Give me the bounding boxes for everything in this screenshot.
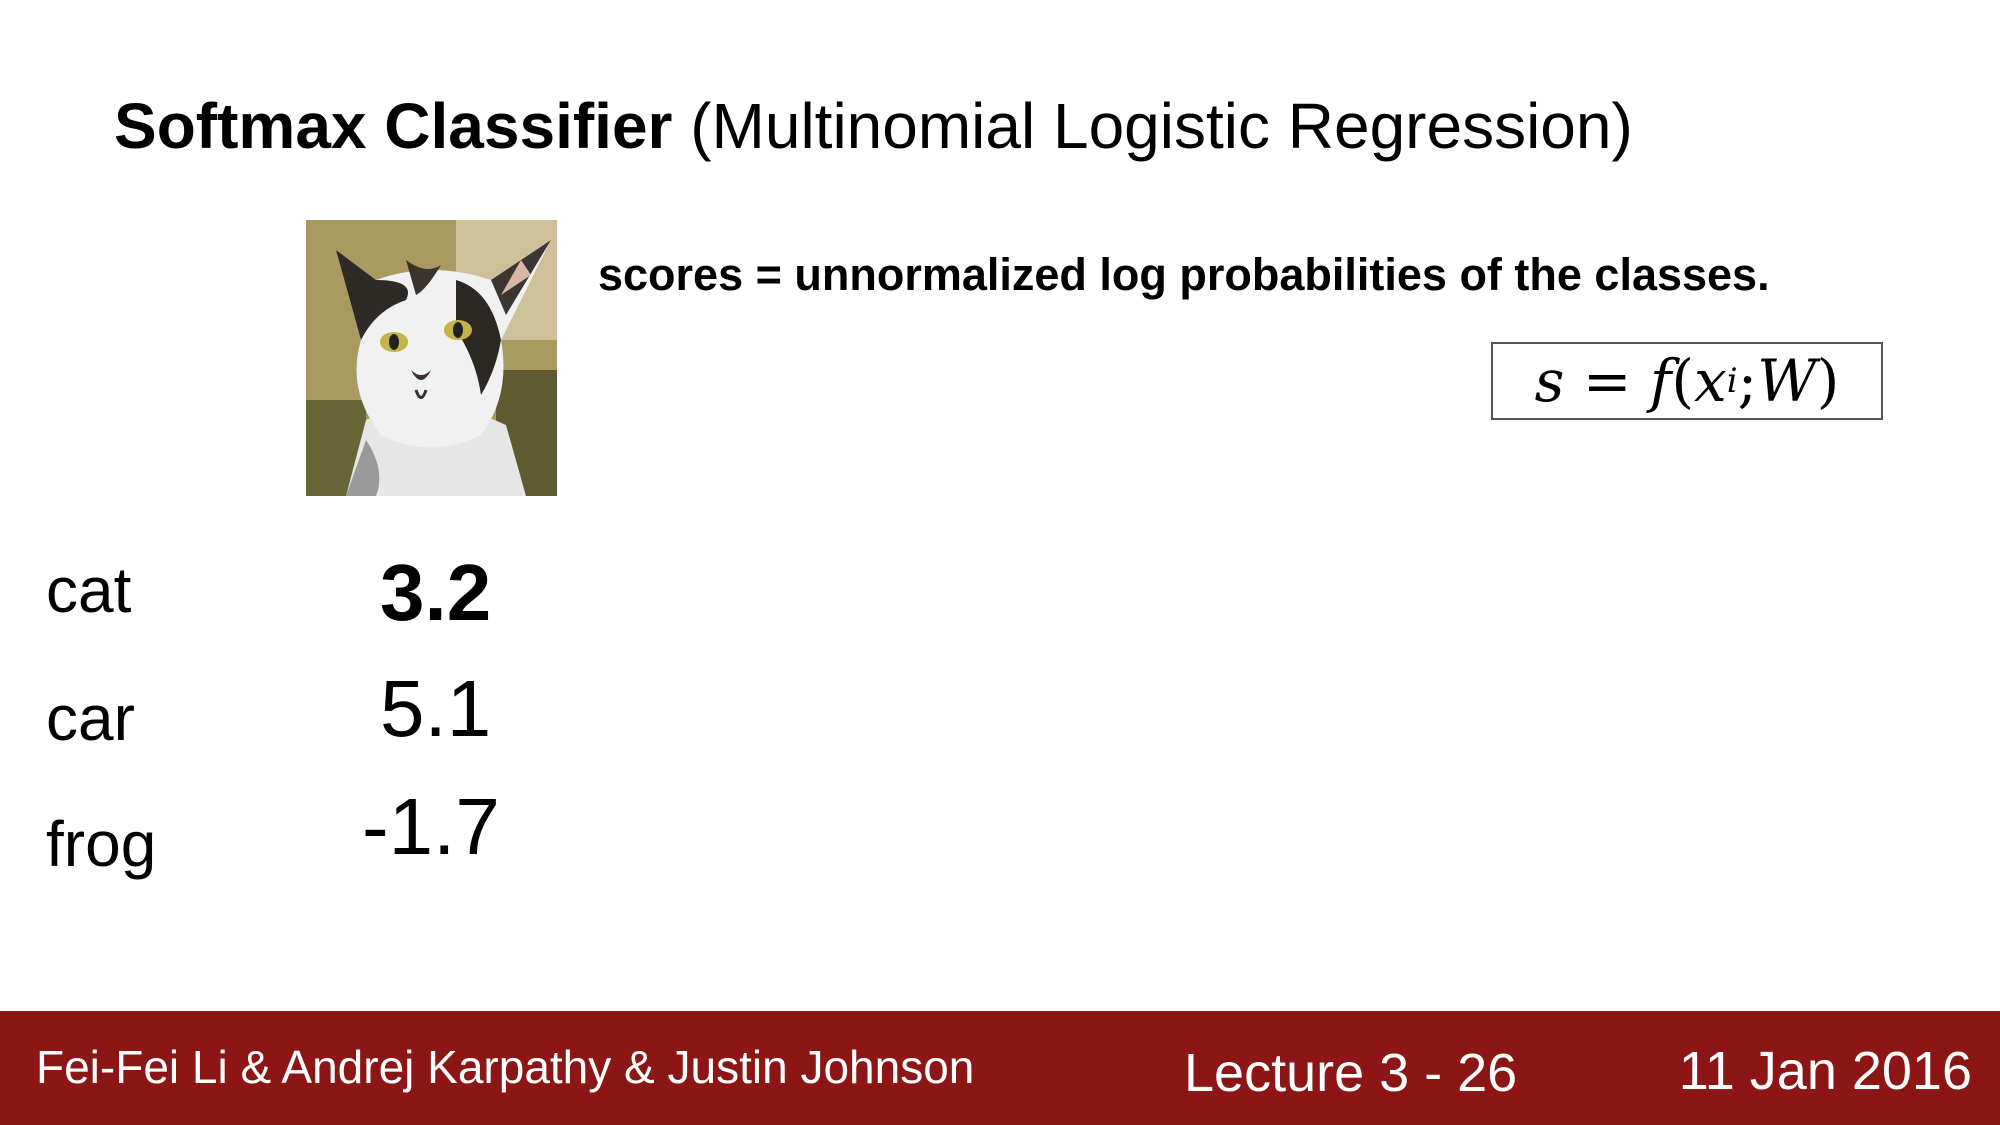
footer-lecture-number: Lecture 3 - 26 <box>1184 1043 1518 1103</box>
scores-description: scores = unnormalized log probabilities … <box>598 249 1770 300</box>
cat-photo <box>306 220 557 496</box>
class-label-car: car <box>46 682 135 754</box>
footer-date: 11 Jan 2016 <box>1678 1041 1972 1101</box>
formula-close-paren: ) <box>1816 347 1840 415</box>
footer-bar: Fei-Fei Li & Andrej Karpathy & Justin Jo… <box>0 1011 2000 1125</box>
title-bold: Softmax Classifier <box>114 90 673 162</box>
class-score-cat: 3.2 <box>380 548 492 637</box>
formula-open-paren: ( <box>1671 347 1694 415</box>
formula-semicolon: ; <box>1737 347 1758 415</box>
slide-title: Softmax Classifier (Multinomial Logistic… <box>114 86 1633 166</box>
formula-subscript-i: i <box>1726 361 1738 401</box>
class-score-car: 5.1 <box>380 664 492 753</box>
score-function-formula: s = f ( xi ; W ) <box>1491 342 1883 420</box>
formula-s: s <box>1534 347 1565 415</box>
class-score-frog: -1.7 <box>362 782 500 871</box>
title-subtitle: (Multinomial Logistic Regression) <box>672 90 1633 162</box>
class-label-cat: cat <box>46 554 132 626</box>
formula-equals: = <box>1582 347 1632 415</box>
footer-authors: Fei-Fei Li & Andrej Karpathy & Justin Jo… <box>36 1041 975 1093</box>
class-label-frog: frog <box>46 808 157 880</box>
slide: Softmax Classifier (Multinomial Logistic… <box>0 0 2000 1125</box>
formula-x: x <box>1693 347 1727 415</box>
formula-w: W <box>1757 347 1817 415</box>
formula-f: f <box>1649 347 1672 415</box>
